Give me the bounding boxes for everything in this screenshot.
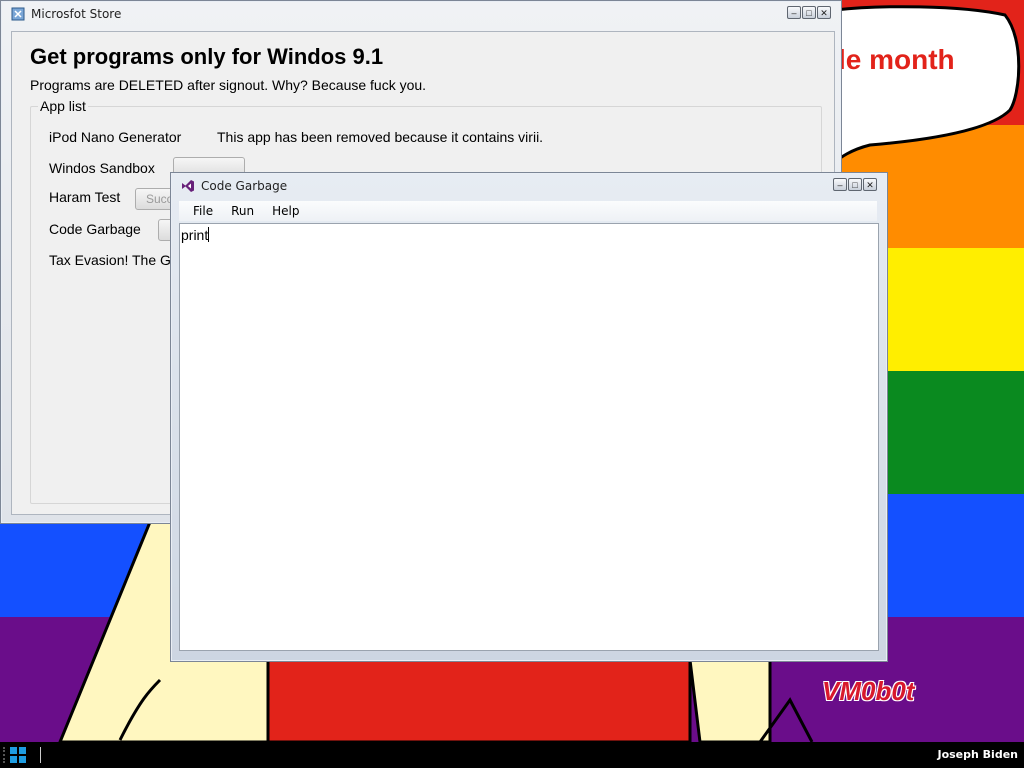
app-name: Code Garbage <box>49 221 141 237</box>
store-titlebar[interactable]: Microsfot Store – □ ✕ <box>1 1 841 27</box>
watermark-text: VM0b0t <box>822 676 915 706</box>
menu-bar: File Run Help <box>179 201 877 221</box>
app-row: iPod Nano Generator This app has been re… <box>49 129 543 145</box>
store-heading: Get programs only for Windos 9.1 <box>30 44 384 69</box>
menu-run[interactable]: Run <box>223 201 262 221</box>
app-description: This app has been removed because it con… <box>217 129 544 145</box>
app-name: Tax Evasion! The G <box>49 252 171 268</box>
app-list-label: App list <box>38 98 88 114</box>
store-subheading: Programs are DELETED after signout. Why?… <box>30 77 427 93</box>
code-window: Code Garbage – □ ✕ File Run Help print <box>170 172 888 662</box>
minimize-button[interactable]: – <box>787 6 801 19</box>
editor-text: print <box>181 227 209 243</box>
store-app-icon <box>11 7 25 21</box>
maximize-button[interactable]: □ <box>848 178 862 191</box>
code-window-title: Code Garbage <box>201 179 288 193</box>
minimize-button[interactable]: – <box>833 178 847 191</box>
taskbar-grip[interactable] <box>3 747 8 763</box>
app-name: Windos Sandbox <box>49 160 155 176</box>
maximize-button[interactable]: □ <box>802 6 816 19</box>
text-caret <box>208 227 210 242</box>
visual-studio-icon <box>182 180 194 192</box>
close-button[interactable]: ✕ <box>863 178 877 191</box>
app-row: Haram Test Succ <box>49 188 215 210</box>
store-window-title: Microsfot Store <box>31 7 122 21</box>
close-button[interactable]: ✕ <box>817 6 831 19</box>
windows-start-icon[interactable] <box>10 747 26 763</box>
taskbar-separator <box>40 747 41 763</box>
menu-file[interactable]: File <box>179 201 221 221</box>
menu-help[interactable]: Help <box>264 201 307 221</box>
code-editor[interactable]: print <box>179 223 879 651</box>
app-name: iPod Nano Generator <box>49 129 182 145</box>
user-name[interactable]: Joseph Biden <box>937 748 1018 761</box>
app-row: Windos Sandbox <box>49 157 245 179</box>
code-titlebar[interactable]: Code Garbage – □ ✕ <box>171 173 887 199</box>
app-row: Code Garbage <box>49 219 218 241</box>
app-row: Tax Evasion! The G <box>49 252 171 268</box>
taskbar: Joseph Biden <box>0 742 1024 768</box>
bubble-text: le month <box>838 44 955 75</box>
app-name: Haram Test <box>49 189 121 205</box>
